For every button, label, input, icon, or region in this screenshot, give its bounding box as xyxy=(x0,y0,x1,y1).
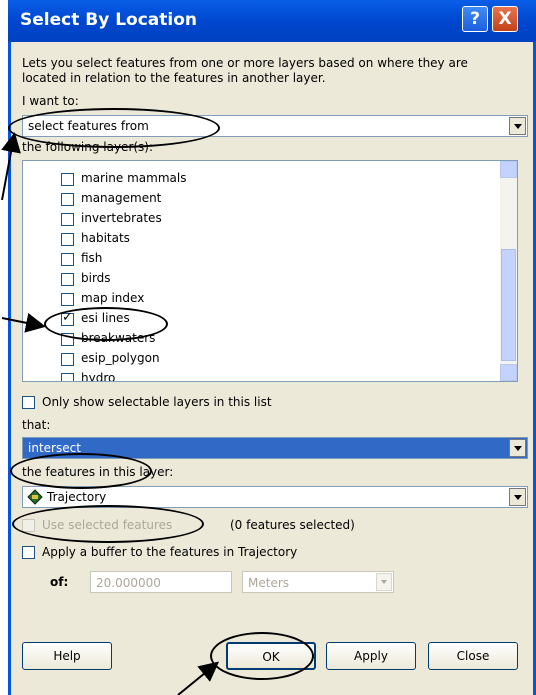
annotation-arrows xyxy=(1,132,220,695)
